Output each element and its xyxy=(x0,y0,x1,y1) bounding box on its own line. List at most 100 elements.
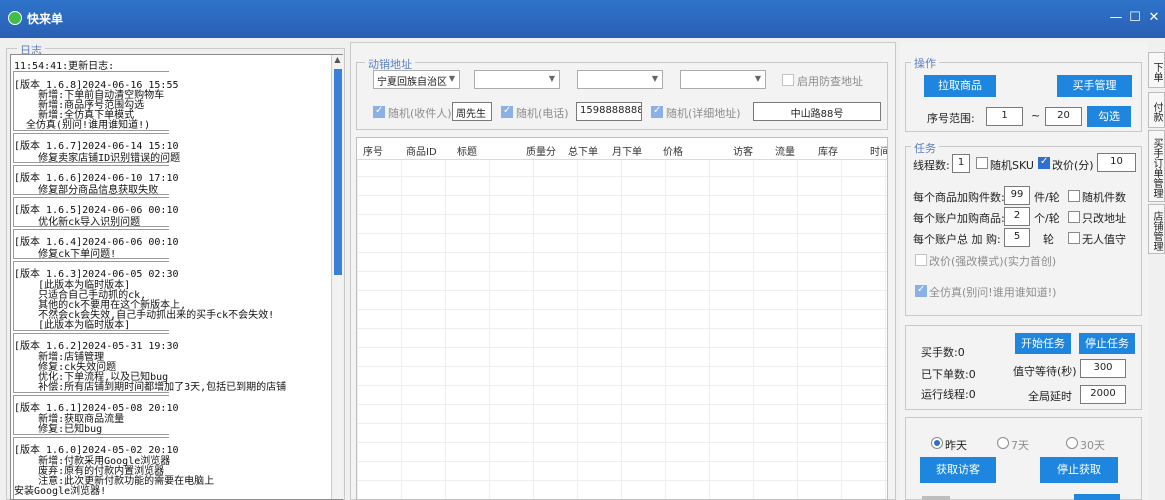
product-table[interactable]: 序号 商品ID 标题 质量分 总下单 月下单 价格 访客 流量 库存 时间 xyxy=(356,137,888,500)
column-header[interactable]: 流量 xyxy=(775,143,795,158)
city-select[interactable]: ▼ xyxy=(474,70,560,89)
threads-input[interactable]: 1 xyxy=(952,154,970,173)
chevron-down-icon: ▼ xyxy=(651,74,658,83)
column-header[interactable]: 商品ID xyxy=(406,143,437,158)
check-range-button[interactable]: 勾选 xyxy=(1087,106,1131,127)
window-title: 快来单 xyxy=(27,12,64,26)
random-sku-label: 随机SKU xyxy=(990,159,1034,172)
full-sim-label: 全仿真(别问!谁用谁知道!) xyxy=(929,286,1057,299)
fetch-products-button[interactable]: 拉取商品 xyxy=(924,75,996,97)
minimize-icon[interactable]: — xyxy=(1109,11,1123,25)
log-line: 全仿真(别问!谁用谁知道!) xyxy=(14,120,151,131)
log-line: 优化新ck导入识别问题 xyxy=(14,217,141,228)
thirty-days-radio[interactable] xyxy=(1066,437,1078,449)
province-select[interactable]: 宁夏回族自治区 ▼ xyxy=(373,70,460,89)
log-line: 修复卖家店铺ID识别错误的问题 xyxy=(14,153,181,164)
global-delay-input[interactable]: 2000 xyxy=(1080,385,1126,404)
random-count-checkbox[interactable] xyxy=(1068,190,1080,202)
street-select[interactable]: ▼ xyxy=(680,70,766,89)
orders-count-label: 已下单数:0 xyxy=(921,368,976,381)
column-header[interactable]: 质量分 xyxy=(526,143,556,158)
anti-check-label: 启用防查地址 xyxy=(797,75,863,88)
account-total-unit: 轮 xyxy=(1043,233,1054,246)
column-header[interactable]: 标题 xyxy=(457,143,477,158)
random-receiver-label: 随机(收件人) xyxy=(388,107,452,120)
partial-button-hint xyxy=(922,496,950,500)
log-line: 安装Google浏览器! xyxy=(14,486,107,497)
only-address-label: 只改地址 xyxy=(1082,212,1126,225)
tab-shop-management[interactable]: 店铺管理 xyxy=(1148,204,1165,254)
pay-wait-input[interactable]: 300 xyxy=(1080,359,1126,378)
log-line: 修复部分商品信息获取失败 xyxy=(14,185,159,196)
tab-buyer-orders[interactable]: 买手订单管理 xyxy=(1148,130,1165,202)
change-price-input[interactable]: 10 xyxy=(1097,153,1136,172)
start-task-button[interactable]: 开始任务 xyxy=(1015,333,1071,354)
log-line: [此版本为临时版本] xyxy=(14,320,131,331)
column-header[interactable]: 价格 xyxy=(663,143,683,158)
stop-fetch-button[interactable]: 停止获取 xyxy=(1040,457,1118,483)
column-header[interactable]: 月下单 xyxy=(612,143,642,158)
random-phone-label: 随机(电话) xyxy=(516,107,569,120)
thirty-days-label: 30天 xyxy=(1080,439,1105,452)
column-header[interactable]: 总下单 xyxy=(568,143,598,158)
cart-count-input[interactable]: 99 xyxy=(1004,186,1030,205)
scroll-up-arrow-icon[interactable]: ▲ xyxy=(332,55,343,67)
threads-label: 线程数: xyxy=(913,159,950,172)
range-label: 序号范围: xyxy=(927,112,975,125)
buyer-management-button[interactable]: 买手管理 xyxy=(1057,75,1132,97)
close-icon[interactable]: ✕ xyxy=(1147,11,1161,25)
log-textarea[interactable]: 11:54:41:更新日志: [版本 1.6.8]2024-06-16 15:5… xyxy=(10,54,343,500)
random-detail-label: 随机(详细地址) xyxy=(666,107,741,120)
strong-change-checkbox[interactable] xyxy=(915,254,927,266)
stop-task-button[interactable]: 停止任务 xyxy=(1079,333,1135,354)
log-line: 修复ck下单问题! xyxy=(14,249,117,260)
district-select[interactable]: ▼ xyxy=(577,70,663,89)
column-header[interactable]: 序号 xyxy=(363,143,383,158)
account-cart-input[interactable]: 2 xyxy=(1004,207,1030,226)
unattended-checkbox[interactable] xyxy=(1068,232,1080,244)
account-cart-label: 每个账户加购商品: xyxy=(913,212,1005,225)
range-start-input[interactable]: 1 xyxy=(986,107,1023,126)
fetch-visitors-button[interactable]: 获取访客 xyxy=(920,457,996,483)
range-end-input[interactable]: 20 xyxy=(1045,107,1082,126)
maximize-icon[interactable]: ☐ xyxy=(1128,11,1142,25)
log-line: 修复:已知bug xyxy=(14,424,103,435)
change-price-checkbox[interactable] xyxy=(1038,156,1050,169)
random-receiver-checkbox[interactable] xyxy=(373,105,385,118)
global-delay-label: 全局延时 xyxy=(1028,390,1072,403)
random-phone-checkbox[interactable] xyxy=(501,105,513,118)
chevron-down-icon: ▼ xyxy=(448,74,455,83)
anti-check-checkbox[interactable] xyxy=(782,74,794,86)
table-header: 序号 商品ID 标题 质量分 总下单 月下单 价格 访客 流量 库存 时间 xyxy=(357,138,887,160)
random-sku-checkbox[interactable] xyxy=(976,157,988,169)
yesterday-label: 昨天 xyxy=(945,439,967,452)
cart-count-unit: 件/轮 xyxy=(1034,191,1060,204)
chevron-down-icon: ▼ xyxy=(754,74,761,83)
column-header[interactable]: 访客 xyxy=(733,143,753,158)
phone-input[interactable]: 15988888888 xyxy=(576,102,642,121)
only-address-checkbox[interactable] xyxy=(1068,211,1080,223)
cart-count-label: 每个商品加购件数: xyxy=(913,191,1005,204)
random-count-label: 随机件数 xyxy=(1082,191,1126,204)
random-detail-checkbox[interactable] xyxy=(651,105,663,118)
column-header[interactable]: 时间 xyxy=(870,143,887,158)
log-scrollbar[interactable]: ▲ xyxy=(331,55,343,499)
province-value: 宁夏回族自治区 xyxy=(377,77,447,88)
receiver-input[interactable]: 周先生 xyxy=(452,102,492,121)
buyers-count-label: 买手数:0 xyxy=(921,346,965,359)
partial-button-hint xyxy=(1074,494,1120,500)
change-price-label: 改价(分) xyxy=(1052,159,1094,172)
tab-payment[interactable]: 付款 xyxy=(1148,92,1165,128)
seven-days-radio[interactable] xyxy=(997,437,1009,449)
yesterday-radio[interactable] xyxy=(931,437,943,449)
scroll-thumb[interactable] xyxy=(334,69,342,275)
detail-address-input[interactable]: 中山路88号 xyxy=(753,102,881,121)
account-total-input[interactable]: 5 xyxy=(1004,228,1030,247)
account-cart-unit: 个/轮 xyxy=(1034,212,1060,225)
account-total-label: 每个账户总 加 购: xyxy=(913,233,1001,246)
tab-place-order[interactable]: 下单 xyxy=(1148,52,1165,88)
running-threads-label: 运行线程:0 xyxy=(921,388,976,401)
full-sim-checkbox[interactable] xyxy=(915,284,927,297)
unattended-label: 无人值守 xyxy=(1082,233,1126,246)
column-header[interactable]: 库存 xyxy=(818,143,838,158)
